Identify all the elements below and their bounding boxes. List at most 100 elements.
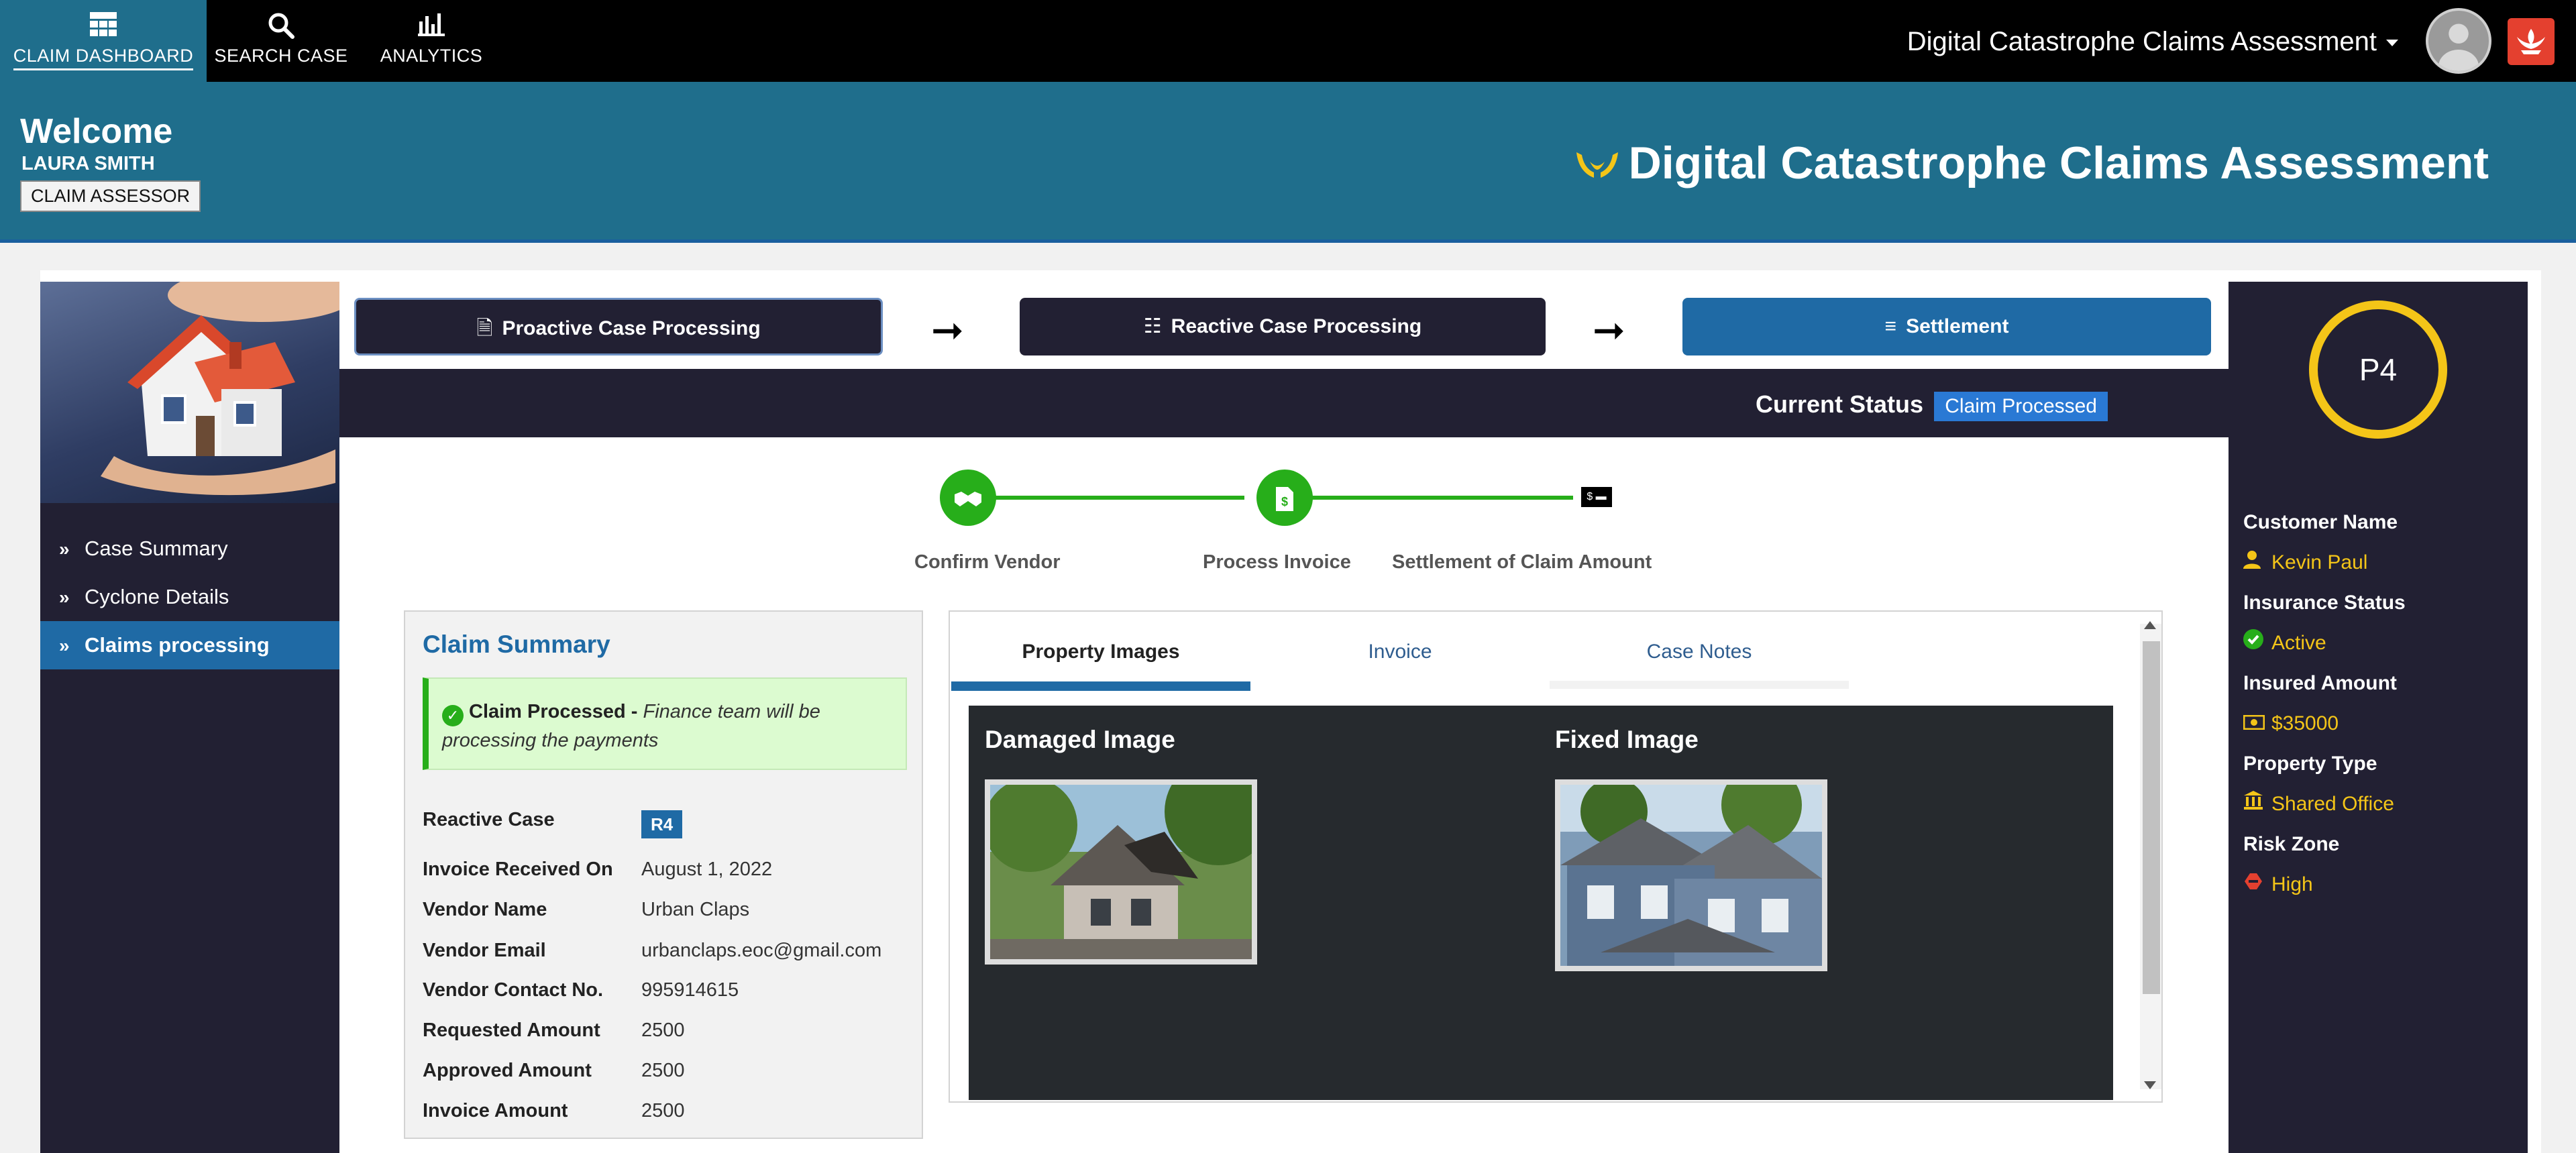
tab-underline bbox=[1550, 681, 1849, 689]
alert-icon bbox=[2243, 864, 2271, 905]
user-icon bbox=[2243, 542, 2271, 584]
customer-name-text: Kevin Paul bbox=[2271, 551, 2368, 573]
insurance-status-value: Active bbox=[2243, 622, 2406, 664]
insurance-status-label: Insurance Status bbox=[2243, 592, 2406, 614]
nav-label: ANALYTICS bbox=[380, 46, 483, 66]
summary-key: Approved Amount bbox=[423, 1060, 592, 1081]
tab-strip: Property Images Invoice Case Notes bbox=[951, 612, 1850, 691]
tab-invoice[interactable]: Invoice bbox=[1250, 612, 1550, 691]
user-name: LAURA SMITH bbox=[21, 153, 155, 174]
sidebar-item-label: Case Summary bbox=[85, 537, 228, 560]
summary-value: urbanclaps.eoc@gmail.com bbox=[641, 940, 882, 961]
scroll-up-arrow-icon[interactable] bbox=[2144, 621, 2156, 629]
app-title-dropdown[interactable]: Digital Catastrophe Claims Assessment bbox=[1907, 27, 2398, 57]
step-label: Reactive Case Processing bbox=[1171, 315, 1422, 337]
tracker-line bbox=[1298, 496, 1573, 500]
scrollbar-thumb[interactable] bbox=[2143, 641, 2160, 994]
summary-key: Reactive Case bbox=[423, 809, 555, 830]
tab-case-notes[interactable]: Case Notes bbox=[1550, 612, 1849, 691]
checklist-icon: ☷ bbox=[1143, 315, 1162, 337]
nav-search-case[interactable]: SEARCH CASE bbox=[207, 0, 356, 82]
step-proactive-case-processing[interactable]: 🗎 Proactive Case Processing bbox=[354, 298, 883, 355]
alert-bold-text: Claim Processed - bbox=[469, 701, 643, 722]
customer-info-list: Customer Name Kevin Paul Insurance Statu… bbox=[2243, 503, 2406, 905]
page-title-text: Digital Catastrophe Claims Assessment bbox=[1628, 138, 2489, 188]
brand-logo-icon[interactable] bbox=[2508, 18, 2555, 65]
damaged-house-image[interactable] bbox=[983, 758, 1272, 965]
damaged-image-title: Damaged Image bbox=[985, 726, 1175, 753]
cheque-icon: $ ▬ bbox=[1581, 487, 1612, 507]
claim-summary-panel: Claim Summary ✓ Claim Processed - Finance… bbox=[404, 610, 923, 1139]
success-alert: ✓ Claim Processed - Finance team will be … bbox=[423, 677, 907, 770]
summary-key: Invoice Received On bbox=[423, 859, 613, 880]
building-icon bbox=[2243, 783, 2271, 825]
nav-claim-dashboard[interactable]: CLAIM DASHBOARD bbox=[0, 0, 207, 82]
insurance-status-text: Active bbox=[2271, 632, 2326, 654]
sidebar-item-case-summary[interactable]: » Case Summary bbox=[40, 525, 339, 573]
status-label: Current Status bbox=[1755, 390, 1923, 418]
document-icon: 🗎 bbox=[476, 317, 493, 339]
property-type-label: Property Type bbox=[2243, 753, 2377, 775]
double-chevron-right-icon: » bbox=[59, 539, 70, 559]
money-icon bbox=[2243, 703, 2271, 745]
fixed-image-title: Fixed Image bbox=[1555, 726, 1699, 753]
welcome-heading: Welcome bbox=[20, 112, 173, 151]
insured-amount-label: Insured Amount bbox=[2243, 672, 2397, 694]
avatar[interactable] bbox=[2426, 8, 2491, 74]
progress-tracker: $ $ ▬ Confirm Vendor Process Invoice Set… bbox=[902, 463, 1674, 584]
tracker-label: Settlement of Claim Amount bbox=[1392, 551, 1652, 573]
top-navbar: CLAIM DASHBOARD SEARCH CASE ANALYTICS Di… bbox=[0, 0, 2576, 82]
double-chevron-right-icon: » bbox=[59, 587, 70, 608]
status-badge: Claim Processed bbox=[1934, 392, 2108, 421]
tabs-panel: Property Images Invoice Case Notes Damag… bbox=[949, 610, 2163, 1103]
nav-label: SEARCH CASE bbox=[214, 46, 348, 66]
summary-value: 2500 bbox=[641, 1100, 685, 1121]
risk-zone-text: High bbox=[2271, 873, 2313, 895]
role-badge: CLAIM ASSESSOR bbox=[20, 180, 201, 212]
sidebar-menu: » Case Summary » Cyclone Details » Claims p… bbox=[40, 525, 339, 669]
sidebar-item-cyclone-details[interactable]: » Cyclone Details bbox=[40, 573, 339, 621]
tracker-label: Process Invoice bbox=[1203, 551, 1351, 573]
tab-property-images[interactable]: Property Images bbox=[951, 612, 1250, 691]
search-icon bbox=[268, 12, 294, 42]
property-type-text: Shared Office bbox=[2271, 793, 2394, 815]
check-circle-icon: ✓ bbox=[442, 705, 464, 726]
sidebar-item-label: Claims processing bbox=[85, 633, 270, 657]
current-status-bar: Current Status Claim Processed bbox=[339, 369, 2229, 437]
tracker-label: Confirm Vendor bbox=[914, 551, 1061, 573]
bar-chart-icon bbox=[418, 12, 445, 40]
customer-info-panel: P4 Customer Name Kevin Paul Insurance St… bbox=[2229, 282, 2528, 1153]
sidebar-item-claims-processing[interactable]: » Claims processing bbox=[40, 621, 339, 669]
priority-badge: P4 bbox=[2309, 300, 2447, 439]
insured-amount-text: $35000 bbox=[2271, 712, 2339, 734]
insured-amount-value: $35000 bbox=[2243, 703, 2406, 745]
process-steps-bar: 🗎 Proactive Case Processing ➞ ☷ Reactive C… bbox=[339, 287, 2229, 369]
list-icon: ≡ bbox=[1884, 315, 1897, 337]
chevron-down-icon bbox=[2386, 40, 2398, 47]
left-sidebar: » Case Summary » Cyclone Details » Claims p… bbox=[40, 282, 339, 1153]
nav-analytics[interactable]: ANALYTICS bbox=[356, 0, 507, 82]
arrow-right-icon: ➞ bbox=[1593, 309, 1625, 352]
sidebar-item-label: Cyclone Details bbox=[85, 585, 229, 608]
tracker-line bbox=[969, 496, 1244, 500]
step-label: Proactive Case Processing bbox=[502, 317, 761, 339]
step-reactive-case-processing[interactable]: ☷ Reactive Case Processing bbox=[1020, 298, 1546, 355]
customer-name-value: Kevin Paul bbox=[2243, 542, 2406, 584]
reactive-case-badge: R4 bbox=[641, 810, 683, 838]
fixed-house-image[interactable] bbox=[1555, 765, 1827, 971]
summary-key: Vendor Name bbox=[423, 899, 547, 920]
arrow-right-icon: ➞ bbox=[931, 309, 964, 352]
welcome-banner: Welcome LAURA SMITH CLAIM ASSESSOR Digit… bbox=[0, 82, 2576, 243]
summary-value: 2500 bbox=[641, 1020, 685, 1041]
summary-key: Vendor Email bbox=[423, 940, 546, 961]
summary-value: 2500 bbox=[641, 1060, 685, 1081]
summary-key: Vendor Contact No. bbox=[423, 979, 604, 1001]
summary-value: August 1, 2022 bbox=[641, 859, 773, 880]
risk-zone-label: Risk Zone bbox=[2243, 833, 2340, 855]
summary-key: Requested Amount bbox=[423, 1020, 600, 1041]
summary-value: 995914615 bbox=[641, 979, 739, 1001]
risk-zone-value: High bbox=[2243, 864, 2406, 905]
step-label: Settlement bbox=[1906, 315, 2009, 337]
step-settlement[interactable]: ≡ Settlement bbox=[1682, 298, 2211, 355]
scroll-down-arrow-icon[interactable] bbox=[2144, 1081, 2156, 1089]
